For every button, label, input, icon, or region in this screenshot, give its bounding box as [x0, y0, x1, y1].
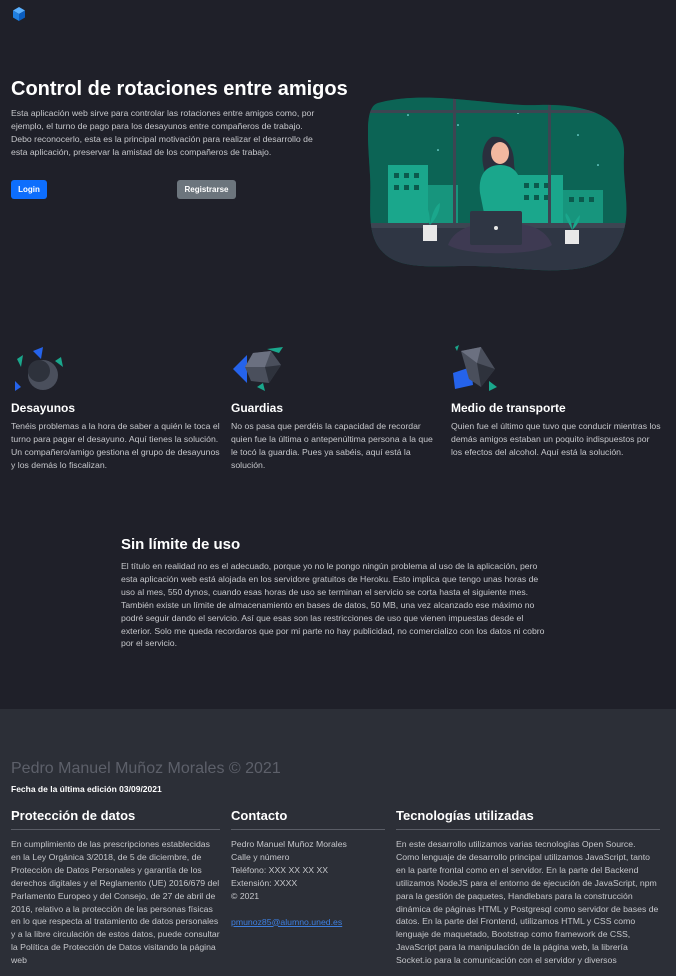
feature-text: Quien fue el último que tuvo que conduci…: [451, 421, 661, 457]
contact-address: Calle y número: [231, 851, 290, 862]
privacy-section: Protección de datos En cumplimiento de l…: [11, 808, 220, 967]
limit-title: Sin límite de uso: [121, 536, 241, 553]
hero-description: Esta aplicación web sirve para controlar…: [11, 108, 315, 157]
tech-title: Tecnologías utilizadas: [396, 808, 660, 830]
register-button[interactable]: Registrarse: [177, 180, 236, 199]
footer: Pedro Manuel Muñoz Morales © 2021 Fecha …: [0, 709, 676, 976]
contact-phone: Teléfono: XXX XX XX XX: [231, 864, 329, 875]
tech-section: Tecnologías utilizadas En este desarroll…: [396, 808, 660, 967]
contact-block: Pedro Manuel Muñoz Morales Calle y númer…: [231, 838, 385, 928]
limit-text: El título en realidad no es el adecuado,…: [121, 561, 545, 649]
hero-illustration: [368, 97, 627, 271]
feature-text: No os pasa que perdéis la capacidad de r…: [231, 421, 433, 470]
privacy-text: En cumplimiento de las prescripciones es…: [11, 839, 220, 966]
contact-copyright: © 2021: [231, 890, 260, 901]
contact-section: Contacto Pedro Manuel Muñoz Morales Call…: [231, 808, 385, 928]
footer-edit-date: Fecha de la última edición 03/09/2021: [11, 784, 162, 794]
hero-title: Control de rotaciones entre amigos: [11, 78, 348, 100]
contact-name: Pedro Manuel Muñoz Morales: [231, 839, 347, 849]
footer-author: Pedro Manuel Muñoz Morales © 2021: [11, 760, 281, 777]
feature-title: Medio de transporte: [451, 401, 566, 415]
app-logo-icon[interactable]: [11, 6, 27, 22]
cube-guards-icon: [233, 347, 283, 391]
contact-email-link[interactable]: pmunoz85@alumno.uned.es: [231, 916, 385, 929]
feature-transport: Medio de transporte Quien fue el último …: [451, 345, 661, 459]
cube-breakfast-icon: [15, 347, 63, 391]
tech-text: En este desarrollo utilizamos varias tec…: [396, 839, 659, 966]
feature-guards: Guardias No os pasa que perdéis la capac…: [231, 345, 441, 472]
feature-breakfast: Desayunos Tenéis problemas a la hora de …: [11, 345, 221, 472]
feature-text: Tenéis problemas a la hora de saber a qu…: [11, 421, 220, 470]
cube-transport-icon: [453, 345, 497, 391]
privacy-title: Protección de datos: [11, 808, 220, 830]
feature-title: Desayunos: [11, 401, 76, 415]
contact-title: Contacto: [231, 808, 385, 830]
feature-title: Guardias: [231, 401, 284, 415]
login-button[interactable]: Login: [11, 180, 47, 199]
contact-extension: Extensión: XXXX: [231, 877, 298, 888]
